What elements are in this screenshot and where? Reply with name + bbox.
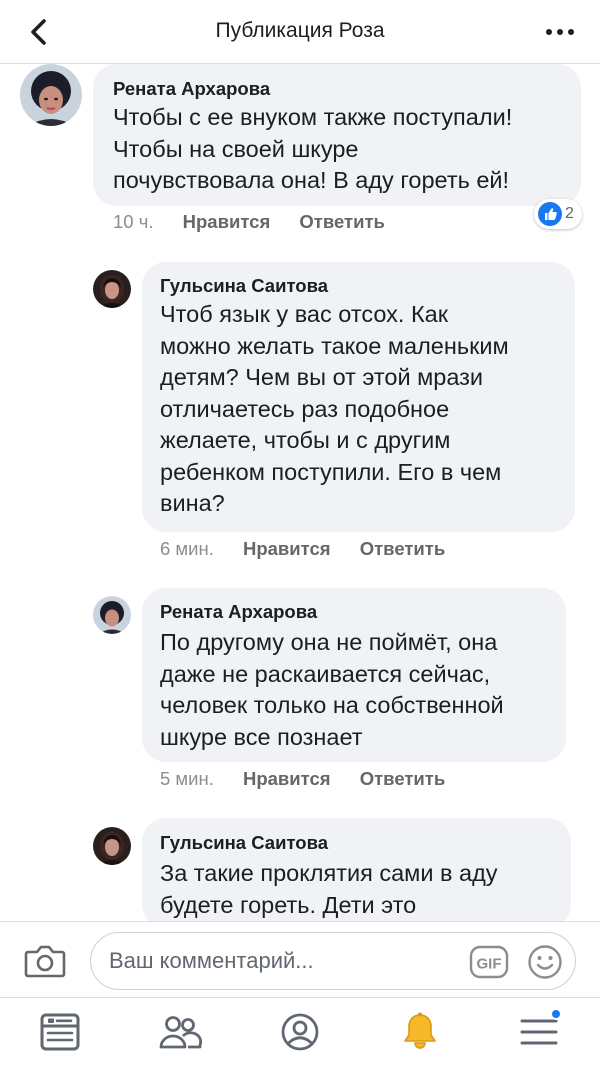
nav-menu[interactable] xyxy=(518,1008,562,1052)
camera-icon xyxy=(24,945,66,978)
reaction-count: 2 xyxy=(565,205,574,222)
like-button[interactable]: Нравится xyxy=(243,768,331,789)
nav-friends[interactable] xyxy=(158,1012,202,1052)
comment-time: 5 мин. xyxy=(160,768,214,789)
nav-notifications[interactable] xyxy=(398,1012,442,1052)
more-options-button[interactable] xyxy=(542,18,578,46)
more-dots-icon xyxy=(546,29,574,35)
news-feed-icon xyxy=(40,1013,80,1051)
reply-button[interactable]: Ответить xyxy=(360,538,446,559)
comment-text: Чтобы с ее внуком также поступали! Чтобы… xyxy=(113,104,513,193)
emoji-button[interactable] xyxy=(527,944,563,980)
comment-author[interactable]: Гульсина Саитова xyxy=(160,832,328,854)
like-button[interactable]: Нравится xyxy=(243,538,331,559)
comment-text: По другому она не поймёт, она даже не ра… xyxy=(160,629,504,750)
avatar[interactable] xyxy=(20,64,82,126)
avatar[interactable] xyxy=(93,270,131,308)
camera-button[interactable] xyxy=(24,942,66,980)
reply-button[interactable]: Ответить xyxy=(299,211,385,232)
comment-composer: GIF xyxy=(0,921,600,997)
gif-button[interactable]: GIF xyxy=(469,945,509,979)
reply-button[interactable]: Ответить xyxy=(360,768,446,789)
comment-actions: 6 мин. Нравится Ответить xyxy=(160,538,445,560)
menu-notification-dot xyxy=(550,1008,562,1020)
top-bar: Публикация Роза xyxy=(0,0,600,64)
comment-input[interactable] xyxy=(109,945,449,977)
comment-time: 6 мин. xyxy=(160,538,214,559)
comment-author[interactable]: Рената Архарова xyxy=(113,78,270,100)
reaction-summary[interactable]: 2 xyxy=(534,199,582,229)
like-reaction-icon xyxy=(538,202,562,226)
gif-icon: GIF xyxy=(469,945,509,979)
comment-time: 10 ч. xyxy=(113,211,154,232)
profile-icon xyxy=(281,1013,319,1051)
emoji-icon xyxy=(528,945,562,979)
like-button[interactable]: Нравится xyxy=(183,211,271,232)
comment-text: За такие проклятия сами в аду будете гор… xyxy=(160,860,498,918)
avatar[interactable] xyxy=(93,596,131,634)
comment-actions: 5 мин. Нравится Ответить xyxy=(160,768,445,790)
svg-text:GIF: GIF xyxy=(477,956,502,973)
comment-text: Чтоб язык у вас отсох. Как можно желать … xyxy=(160,301,509,516)
nav-news-feed[interactable] xyxy=(38,1012,82,1052)
bottom-navigation xyxy=(0,997,600,1066)
page-title: Публикация Роза xyxy=(215,19,385,42)
comment-input-box[interactable]: GIF xyxy=(90,932,576,990)
nav-profile[interactable] xyxy=(278,1012,322,1052)
comment-actions: 10 ч. Нравится Ответить xyxy=(113,211,385,233)
notifications-bell-icon xyxy=(404,1012,436,1049)
comment-author[interactable]: Гульсина Саитова xyxy=(160,275,328,297)
friends-icon xyxy=(159,1016,202,1049)
comment-author[interactable]: Рената Архарова xyxy=(160,601,317,623)
avatar[interactable] xyxy=(93,827,131,865)
